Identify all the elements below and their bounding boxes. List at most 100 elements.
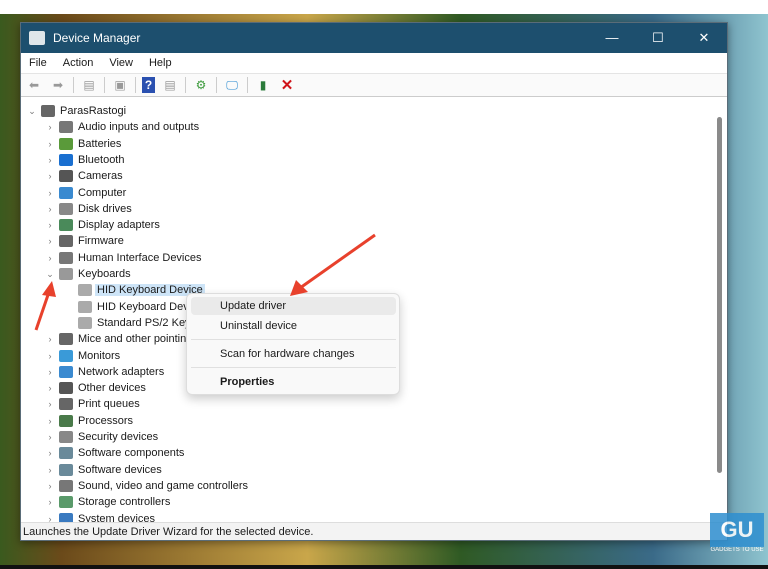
device-icon	[59, 382, 73, 395]
expand-chevron-icon[interactable]: ›	[45, 399, 55, 409]
tree-category[interactable]: › Mice and other pointin	[45, 331, 186, 347]
device-icon	[59, 479, 73, 492]
tree-category[interactable]: › Print queues	[45, 396, 140, 412]
expand-chevron-icon[interactable]: ›	[45, 334, 55, 344]
tree-item-label: Keyboards	[78, 268, 131, 280]
divider	[185, 77, 186, 93]
add-driver-icon[interactable]: ▮	[254, 77, 272, 93]
tree-category[interactable]: › Software devices	[45, 462, 162, 478]
expand-chevron-icon[interactable]: ›	[45, 367, 55, 377]
tree-item-label: Disk drives	[78, 202, 132, 215]
scrollbar-thumb[interactable]	[717, 117, 722, 473]
tree-category[interactable]: › Bluetooth	[45, 152, 124, 168]
device-icon	[59, 333, 73, 346]
scrollbar[interactable]	[714, 103, 724, 526]
device-icon	[59, 219, 73, 232]
device-icon	[59, 235, 73, 248]
tree-category[interactable]: ⌄ Keyboards	[45, 266, 131, 282]
view-icon[interactable]: ▤	[161, 77, 179, 93]
device-icon	[78, 300, 92, 313]
tree-category[interactable]: › Sound, video and game controllers	[45, 478, 248, 494]
menu-file[interactable]: File	[21, 57, 55, 69]
expand-chevron-icon[interactable]: ›	[45, 383, 55, 393]
tree-category[interactable]: › Human Interface Devices	[45, 250, 202, 266]
tree-category[interactable]: › Disk drives	[45, 201, 132, 217]
expand-chevron-icon[interactable]: ›	[45, 236, 55, 246]
tree-item-label: Cameras	[78, 170, 123, 183]
expand-chevron-icon[interactable]: ›	[45, 416, 55, 426]
watermark-logo: GU GADGETS TO USE	[708, 513, 766, 557]
expand-chevron-icon[interactable]: ›	[45, 139, 55, 149]
tree-category[interactable]: › Storage controllers	[45, 494, 170, 510]
device-icon	[78, 316, 92, 329]
collapse-chevron-icon[interactable]: ⌄	[45, 269, 55, 280]
tree-device[interactable]: Standard PS/2 Keyb	[78, 315, 197, 331]
tree-item-label: Monitors	[78, 349, 121, 362]
expand-chevron-icon[interactable]: ›	[45, 253, 55, 263]
tree-category[interactable]: › Other devices	[45, 380, 146, 396]
tree-category[interactable]: › Audio inputs and outputs	[45, 119, 199, 135]
menu-item-properties[interactable]: Properties	[191, 373, 396, 391]
tree-item-label: Storage controllers	[78, 496, 171, 509]
monitor-icon[interactable]: 🖵	[223, 77, 241, 93]
forward-icon[interactable]: ➡	[49, 77, 67, 93]
scan-icon[interactable]: ⚙	[192, 77, 210, 93]
tree-item-label: Display adapters	[78, 219, 160, 232]
menu-item-update-driver[interactable]: Update driver	[191, 297, 396, 315]
tree-item-label: Batteries	[78, 137, 122, 150]
device-icon	[59, 431, 73, 443]
device-icon	[59, 447, 73, 460]
tree-device[interactable]: HID Keyboard Devi	[78, 299, 191, 315]
collapse-chevron-icon[interactable]: ⌄	[27, 106, 37, 117]
details-icon[interactable]: ▣	[111, 77, 129, 93]
uninstall-icon[interactable]: ✕	[278, 77, 296, 94]
expand-chevron-icon[interactable]: ›	[45, 204, 55, 214]
tree-item-label: ParasRastogi	[60, 105, 127, 117]
divider	[247, 77, 248, 93]
expand-chevron-icon[interactable]: ›	[45, 220, 55, 230]
menu-help[interactable]: Help	[141, 57, 180, 69]
tree-category[interactable]: › Display adapters	[45, 217, 160, 233]
tree-category[interactable]: › Monitors	[45, 348, 120, 364]
properties-icon[interactable]: ▤	[80, 77, 98, 93]
minimize-button[interactable]: —	[589, 30, 635, 46]
tree-root[interactable]: ⌄ ParasRastogi	[27, 103, 126, 119]
tree-item-label: Software components	[78, 447, 185, 460]
menu-item-scan-hardware[interactable]: Scan for hardware changes	[191, 345, 396, 363]
expand-chevron-icon[interactable]: ›	[45, 432, 55, 442]
expand-chevron-icon[interactable]: ›	[45, 448, 55, 458]
expand-chevron-icon[interactable]: ›	[45, 497, 55, 507]
expand-chevron-icon[interactable]: ›	[45, 351, 55, 361]
expand-chevron-icon[interactable]: ›	[45, 122, 55, 132]
menu-bar: File Action View Help	[21, 53, 727, 73]
menu-separator	[191, 367, 396, 368]
divider	[216, 77, 217, 93]
device-icon	[59, 496, 73, 509]
tree-category[interactable]: › Cameras	[45, 168, 123, 184]
device-manager-window: Device Manager — ☐ ✕ File Action View He…	[20, 22, 728, 541]
tree-category[interactable]: › Firmware	[45, 233, 124, 249]
divider	[73, 77, 74, 93]
tree-item-label: HID Keyboard Devi	[97, 300, 192, 313]
tree-category[interactable]: › Computer	[45, 185, 126, 201]
maximize-button[interactable]: ☐	[635, 30, 681, 46]
expand-chevron-icon[interactable]: ›	[45, 188, 55, 198]
close-button[interactable]: ✕	[681, 30, 727, 46]
tree-category[interactable]: › Network adapters	[45, 364, 164, 380]
tree-category[interactable]: › Processors	[45, 413, 133, 429]
expand-chevron-icon[interactable]: ›	[45, 155, 55, 165]
divider	[135, 77, 136, 93]
menu-view[interactable]: View	[101, 57, 141, 69]
tree-item-label: Security devices	[78, 431, 159, 443]
tree-category[interactable]: › Security devices	[45, 429, 158, 445]
help-icon[interactable]: ?	[142, 77, 155, 93]
expand-chevron-icon[interactable]: ›	[45, 481, 55, 491]
expand-chevron-icon[interactable]: ›	[45, 171, 55, 181]
back-icon[interactable]: ⬅	[25, 77, 43, 93]
menu-item-uninstall-device[interactable]: Uninstall device	[191, 317, 396, 335]
tree-category[interactable]: › Software components	[45, 445, 184, 461]
tree-item-label: Mice and other pointin	[78, 333, 187, 346]
menu-action[interactable]: Action	[55, 57, 102, 69]
expand-chevron-icon[interactable]: ›	[45, 465, 55, 475]
tree-category[interactable]: › Batteries	[45, 136, 121, 152]
